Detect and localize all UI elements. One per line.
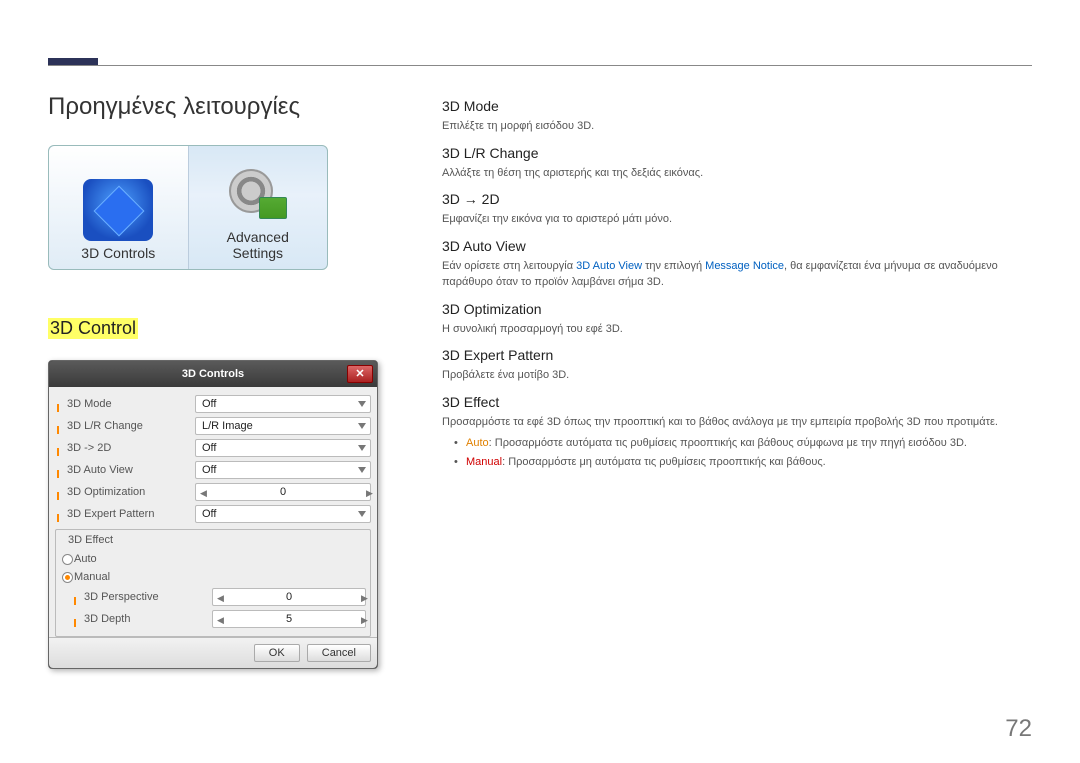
text-3d-optimization: Η συνολική προσαρμογή του εφέ 3D. (442, 321, 1032, 338)
dialog-footer: OK Cancel (49, 637, 377, 668)
dialog-title: 3D Controls ✕ (49, 361, 377, 387)
label-3d-auto-view: 3D Auto View (55, 464, 195, 476)
text-3d-lr-change: Αλλάξτε τη θέση της αριστερής και της δε… (442, 165, 1032, 182)
bullet-manual-key: Manual (466, 456, 502, 468)
select-3d-mode[interactable]: Off (195, 395, 371, 413)
select-3d-auto-view[interactable]: Off (195, 461, 371, 479)
label-3d-depth: 3D Depth (72, 613, 212, 625)
row-3d-expert-pattern: 3D Expert Pattern Off (55, 503, 371, 525)
radio-auto[interactable]: Auto (60, 550, 366, 568)
right-column: 3D Mode Επιλέξτε τη μορφή εισόδου 3D. 3D… (442, 98, 1032, 471)
gear-icon (223, 163, 293, 225)
controls-selector: 3D Controls Advanced Settings (48, 145, 328, 270)
controls-3d-tab[interactable]: 3D Controls (49, 146, 189, 269)
ok-button[interactable]: OK (254, 644, 300, 662)
select-3d-lr-change[interactable]: L/R Image (195, 417, 371, 435)
row-3d-lr-change: 3D L/R Change L/R Image (55, 415, 371, 437)
dialog-title-text: 3D Controls (182, 368, 244, 380)
advanced-settings-tab[interactable]: Advanced Settings (189, 146, 328, 269)
dialog-body: 3D Mode Off 3D L/R Change L/R Image 3D -… (49, 387, 377, 637)
bullet-auto-key: Auto (466, 437, 489, 449)
close-icon[interactable]: ✕ (347, 365, 373, 383)
select-3d-to-2d[interactable]: Off (195, 439, 371, 457)
advanced-settings-label-1: Advanced (227, 229, 289, 245)
link-3d-auto-view: 3D Auto View (576, 260, 642, 272)
bullet-auto: Auto: Προσαρμόστε αυτόματα τις ρυθμίσεις… (442, 434, 1032, 453)
section-3d-control-heading: 3D Control (48, 318, 138, 339)
spinner-3d-optimization[interactable]: 0 (195, 483, 371, 501)
label-3d-to-2d: 3D -> 2D (55, 442, 195, 454)
dialog-3d-controls: 3D Controls ✕ 3D Mode Off 3D L/R Change … (48, 360, 378, 669)
controls-3d-label: 3D Controls (81, 245, 155, 261)
bullet-manual-rest: : Προσαρμόστε μη αυτόματα τις ρυθμίσεις … (502, 456, 826, 468)
link-message-notice: Message Notice (705, 260, 784, 272)
auto-view-mid: την επιλογή (642, 260, 705, 272)
text-3d-to-2d: Εμφανίζει την εικόνα για το αριστερό μάτ… (442, 211, 1032, 228)
text-3d-effect: Προσαρμόστε τα εφέ 3D όπως την προοπτική… (442, 414, 1032, 431)
row-3d-optimization: 3D Optimization 0 (55, 481, 371, 503)
advanced-settings-label-2: Settings (232, 245, 283, 261)
label-3d-expert-pattern: 3D Expert Pattern (55, 508, 195, 520)
label-3d-optimization: 3D Optimization (55, 486, 195, 498)
text-3d-expert-pattern: Προβάλετε ένα μοτίβο 3D. (442, 367, 1032, 384)
cancel-button[interactable]: Cancel (307, 644, 371, 662)
page-title: Προηγμένες λειτουργίες (48, 93, 300, 121)
cube-icon (83, 179, 153, 241)
header-divider (48, 65, 1032, 66)
row-3d-to-2d: 3D -> 2D Off (55, 437, 371, 459)
auto-view-pre: Εάν ορίσετε στη λειτουργία (442, 260, 576, 272)
text-3d-auto-view: Εάν ορίσετε στη λειτουργία 3D Auto View … (442, 258, 1032, 291)
heading-3d-auto-view: 3D Auto View (442, 238, 1032, 254)
label-3d-perspective: 3D Perspective (72, 591, 212, 603)
heading-3d-optimization: 3D Optimization (442, 301, 1032, 317)
heading-3d-mode: 3D Mode (442, 98, 1032, 114)
page-number: 72 (1005, 715, 1032, 743)
select-3d-expert-pattern[interactable]: Off (195, 505, 371, 523)
bullet-manual: Manual: Προσαρμόστε μη αυτόματα τις ρυθμ… (442, 453, 1032, 472)
bullet-list-3d-effect: Auto: Προσαρμόστε αυτόματα τις ρυθμίσεις… (442, 434, 1032, 471)
spinner-3d-perspective[interactable]: 0 (212, 588, 366, 606)
label-3d-mode: 3D Mode (55, 398, 195, 410)
heading-3d-expert-pattern: 3D Expert Pattern (442, 347, 1032, 363)
group-3d-effect: 3D Effect Auto Manual 3D Perspective 0 3… (55, 529, 371, 637)
group-title-3d-effect: 3D Effect (64, 534, 117, 546)
bullet-auto-rest: : Προσαρμόστε αυτόματα τις ρυθμίσεις προ… (489, 437, 967, 449)
sub-3d-effect: 3D Perspective 0 3D Depth 5 (60, 586, 366, 630)
spinner-3d-depth[interactable]: 5 (212, 610, 366, 628)
row-3d-auto-view: 3D Auto View Off (55, 459, 371, 481)
heading-3d-lr-change: 3D L/R Change (442, 145, 1032, 161)
row-3d-mode: 3D Mode Off (55, 393, 371, 415)
radio-manual[interactable]: Manual (60, 568, 366, 586)
heading-3d-to-2d: 3D → 2D (442, 191, 1032, 207)
text-3d-mode: Επιλέξτε τη μορφή εισόδου 3D. (442, 118, 1032, 135)
label-3d-lr-change: 3D L/R Change (55, 420, 195, 432)
heading-3d-effect: 3D Effect (442, 394, 1032, 410)
